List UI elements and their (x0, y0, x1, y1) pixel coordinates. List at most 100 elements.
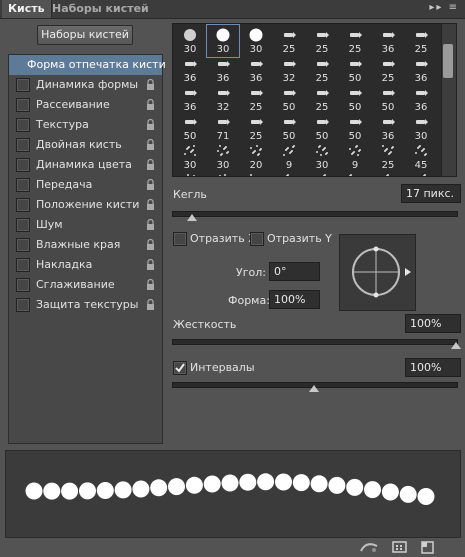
brush-tip-preset[interactable]: 59 (339, 170, 371, 176)
brush-tip-preset[interactable]: 25 (306, 25, 338, 57)
brush-tip-preset[interactable]: 30 (174, 141, 206, 173)
brush-tip-preset[interactable]: 36 (174, 83, 206, 115)
brush-tip-preset[interactable]: 25 (273, 25, 305, 57)
hardness-slider-knob[interactable] (451, 342, 461, 349)
brush-tip-preset[interactable]: 27 (240, 170, 272, 176)
brush-setting-checkbox[interactable] (16, 138, 30, 152)
flip-y-checkbox[interactable] (250, 232, 264, 246)
scrollbar-thumb[interactable] (443, 44, 453, 78)
lock-icon[interactable] (146, 299, 155, 310)
brush-setting-checkbox[interactable] (16, 98, 30, 112)
brush-setting-checkbox[interactable] (16, 118, 30, 132)
brush-tip-preset[interactable]: 50 (273, 112, 305, 144)
brush-tip-preset[interactable]: 11 (372, 170, 404, 176)
brush-tip-preset[interactable]: 71 (207, 112, 239, 144)
brush-setting-row[interactable]: Накладка (9, 255, 162, 275)
roundness-field[interactable]: 100% (269, 290, 320, 309)
brush-setting-checkbox[interactable] (16, 158, 30, 172)
lock-icon[interactable] (146, 199, 155, 210)
angle-roundness-widget[interactable] (339, 234, 416, 311)
brush-tip-preset[interactable]: 50 (339, 54, 371, 86)
spacing-field[interactable]: 100% (405, 358, 461, 377)
brush-setting-row[interactable]: Двойная кисть (9, 135, 162, 155)
brush-tip-preset[interactable]: 50 (372, 83, 404, 115)
brush-tip-preset[interactable]: 32 (207, 83, 239, 115)
brush-tip-preset[interactable]: 25 (240, 83, 272, 115)
open-preset-manager-icon[interactable] (392, 540, 408, 554)
brush-tip-preset[interactable]: 9 (273, 141, 305, 173)
brush-tip-preset[interactable]: 25 (339, 25, 371, 57)
brush-tip-preset[interactable]: 50 (174, 112, 206, 144)
lock-icon[interactable] (146, 259, 155, 270)
lock-icon[interactable] (146, 159, 155, 170)
lock-icon[interactable] (146, 179, 155, 190)
size-slider-knob[interactable] (186, 214, 197, 221)
brush-setting-checkbox[interactable] (16, 238, 30, 252)
brush-tip-preset[interactable]: 25 (405, 25, 437, 57)
brush-setting-checkbox[interactable] (16, 218, 30, 232)
brush-setting-row[interactable]: Форма отпечатка кисти (9, 55, 166, 75)
spacing-slider-knob[interactable] (309, 385, 319, 392)
brush-tip-preset[interactable]: 25 (240, 112, 272, 144)
brush-tip-preset[interactable]: 50 (339, 112, 371, 144)
brush-setting-row[interactable]: Шум (9, 215, 162, 235)
brush-setting-row[interactable]: Положение кисти (9, 195, 162, 215)
brush-tip-preset[interactable]: 32 (273, 54, 305, 86)
create-new-brush-icon[interactable] (420, 540, 436, 554)
brush-tip-preset[interactable]: 30 (206, 24, 240, 58)
brush-setting-row[interactable]: Текстура (9, 115, 162, 135)
brush-tip-preset[interactable]: 50 (273, 83, 305, 115)
brush-tip-preset[interactable]: 36 (240, 54, 272, 86)
brush-tip-preset[interactable]: 45 (405, 141, 437, 173)
brush-tip-preset[interactable]: 46 (306, 170, 338, 176)
brush-tip-preset[interactable]: 30 (240, 25, 272, 57)
brush-tip-preset[interactable]: 36 (372, 25, 404, 57)
lock-icon[interactable] (146, 79, 155, 90)
tab-brush[interactable]: Кисть (2, 0, 52, 18)
brush-setting-row[interactable]: Рассеивание (9, 95, 162, 115)
tab-brush-presets[interactable]: Наборы кистей (46, 0, 155, 18)
brush-setting-row[interactable]: Защита текстуры (9, 295, 162, 315)
brush-tip-preset[interactable]: 50 (339, 83, 371, 115)
brush-setting-checkbox[interactable] (16, 258, 30, 272)
brush-tip-preset[interactable]: 36 (174, 54, 206, 86)
brush-tip-preset[interactable]: 30 (207, 141, 239, 173)
lock-icon[interactable] (146, 119, 155, 130)
hardness-field[interactable]: 100% (405, 314, 461, 333)
brush-setting-row[interactable]: Сглаживание (9, 275, 162, 295)
brush-presets-button[interactable]: Наборы кистей (37, 25, 133, 45)
angle-dial-icon[interactable] (340, 235, 415, 310)
lock-icon[interactable] (146, 239, 155, 250)
brush-tip-preset[interactable]: 36 (372, 112, 404, 144)
angle-field[interactable]: 0° (269, 262, 320, 281)
brush-setting-checkbox[interactable] (16, 278, 30, 292)
brush-tip-preset[interactable]: 25 (306, 54, 338, 86)
brush-tip-preset[interactable]: 25 (372, 54, 404, 86)
brush-tip-preset[interactable]: 9 (339, 141, 371, 173)
brush-tip-preset[interactable]: 24 (207, 170, 239, 176)
brush-setting-checkbox[interactable] (16, 178, 30, 192)
brush-tip-preset[interactable]: 25 (372, 141, 404, 173)
size-field[interactable]: 17 пикс. (401, 184, 461, 203)
lock-icon[interactable] (146, 99, 155, 110)
brush-tip-preset[interactable]: 30 (174, 25, 206, 57)
flip-x-checkbox[interactable] (173, 232, 187, 246)
hardness-slider[interactable] (172, 339, 458, 345)
brush-setting-row[interactable]: Динамика формы (9, 75, 162, 95)
lock-icon[interactable] (146, 219, 155, 230)
brush-tip-preset[interactable]: 36 (207, 54, 239, 86)
brush-tip-preset[interactable]: 36 (405, 83, 437, 115)
lock-icon[interactable] (146, 279, 155, 290)
brush-tip-preset[interactable]: 50 (306, 112, 338, 144)
brush-tip-preset[interactable]: 17 (405, 170, 437, 176)
brush-tip-preset[interactable]: 30 (405, 112, 437, 144)
toggle-live-tip-preview-icon[interactable] (359, 540, 379, 554)
brush-setting-checkbox[interactable] (16, 78, 30, 92)
brush-tip-preset[interactable]: 14 (174, 170, 206, 176)
panel-menu-icon[interactable]: ▸▸ ≡ (429, 2, 459, 13)
brush-tip-preset[interactable]: 30 (306, 141, 338, 173)
brush-tip-preset[interactable]: 39 (273, 170, 305, 176)
brush-setting-checkbox[interactable] (16, 298, 30, 312)
spacing-checkbox[interactable] (173, 361, 187, 375)
brush-tip-preset[interactable]: 20 (240, 141, 272, 173)
